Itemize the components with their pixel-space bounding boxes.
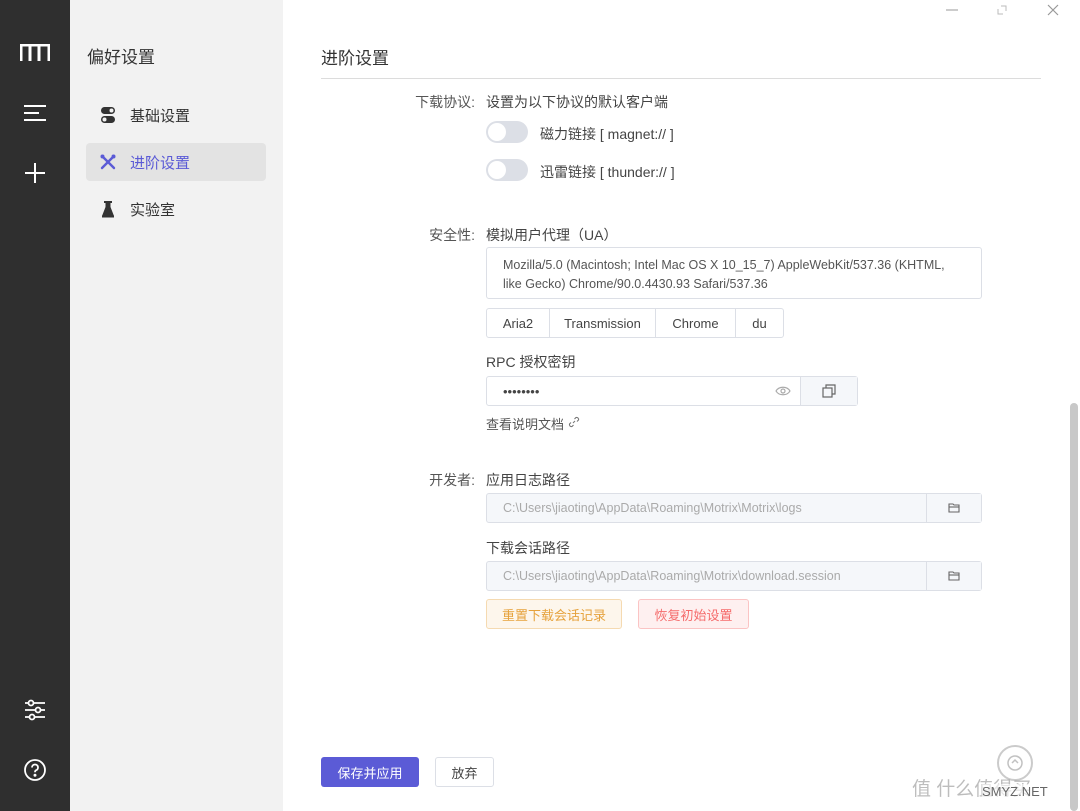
sidebar-item-label: 进阶设置 — [130, 154, 191, 172]
factory-reset-button[interactable]: 恢复初始设置 — [638, 599, 749, 629]
tools-icon — [86, 153, 130, 171]
log-path-input[interactable] — [487, 494, 926, 522]
reset-session-button[interactable]: 重置下载会话记录 — [486, 599, 622, 629]
user-agent-textarea[interactable]: Mozilla/5.0 (Macintosh; Intel Mac OS X 1… — [486, 247, 982, 299]
ua-preset-chrome-button[interactable]: Chrome — [655, 308, 736, 338]
magnet-label: 磁力链接 [ magnet:// ] — [540, 126, 674, 142]
save-apply-button[interactable]: 保存并应用 — [321, 757, 419, 787]
watermark-sub: SMYZ.NET — [982, 784, 1048, 799]
motrix-logo-icon[interactable] — [0, 31, 70, 75]
sidebar-item-label: 基础设置 — [130, 107, 191, 125]
ua-preset-transmission-button[interactable]: Transmission — [549, 308, 656, 338]
sidebar-item-basic[interactable]: 基础设置 — [86, 96, 266, 134]
protocol-label: 下载协议: — [415, 94, 475, 110]
ua-preset-du-button[interactable]: du — [735, 308, 784, 338]
ua-preset-group: Aria2 Transmission Chrome du — [486, 308, 784, 338]
preferences-sliders-icon[interactable] — [0, 688, 70, 732]
log-path-field — [486, 493, 982, 523]
rpc-secret-field — [486, 376, 858, 406]
sidebar-item-label: 实验室 — [130, 201, 176, 219]
thunder-label: 迅雷链接 [ thunder:// ] — [540, 164, 675, 180]
session-path-title: 下载会话路径 — [486, 540, 570, 556]
close-icon[interactable] — [1036, 0, 1070, 20]
preferences-sidebar: 偏好设置 基础设置 进阶设置 实验室 — [70, 0, 283, 811]
folder-icon[interactable] — [926, 562, 981, 590]
eye-icon[interactable] — [766, 385, 800, 397]
discard-button[interactable]: 放弃 — [435, 757, 494, 787]
title-divider — [321, 78, 1041, 79]
flask-icon — [86, 200, 130, 218]
session-path-input[interactable] — [487, 562, 926, 590]
protocol-description: 设置为以下协议的默认客户端 — [486, 94, 668, 110]
task-list-icon[interactable] — [0, 91, 70, 135]
security-label: 安全性: — [429, 227, 475, 243]
log-path-title: 应用日志路径 — [486, 472, 570, 488]
copy-icon[interactable] — [800, 377, 857, 405]
add-task-icon[interactable] — [0, 151, 70, 195]
maximize-icon[interactable] — [985, 0, 1019, 20]
sidebar-item-lab[interactable]: 实验室 — [86, 190, 266, 228]
docs-link-label: 查看说明文档 — [486, 417, 565, 432]
ua-title: 模拟用户代理（UA） — [486, 227, 618, 243]
ua-preset-aria2-button[interactable]: Aria2 — [486, 308, 550, 338]
scrollbar-thumb[interactable] — [1070, 403, 1078, 811]
app-rail — [0, 0, 70, 811]
minimize-icon[interactable] — [935, 0, 969, 20]
rpc-secret-input[interactable] — [487, 377, 766, 405]
thunder-switch[interactable] — [486, 159, 528, 181]
link-icon — [568, 416, 580, 431]
sidebar-item-advanced[interactable]: 进阶设置 — [86, 143, 266, 181]
sidebar-title: 偏好设置 — [87, 48, 155, 67]
developer-label: 开发者: — [429, 472, 475, 488]
rpc-title: RPC 授权密钥 — [486, 354, 576, 370]
docs-link[interactable]: 查看说明文档 — [486, 414, 580, 433]
magnet-switch[interactable] — [486, 121, 528, 143]
folder-icon[interactable] — [926, 494, 981, 522]
session-path-field — [486, 561, 982, 591]
page-title: 进阶设置 — [321, 49, 389, 68]
toggle-icon — [86, 106, 130, 124]
help-icon[interactable] — [0, 748, 70, 792]
